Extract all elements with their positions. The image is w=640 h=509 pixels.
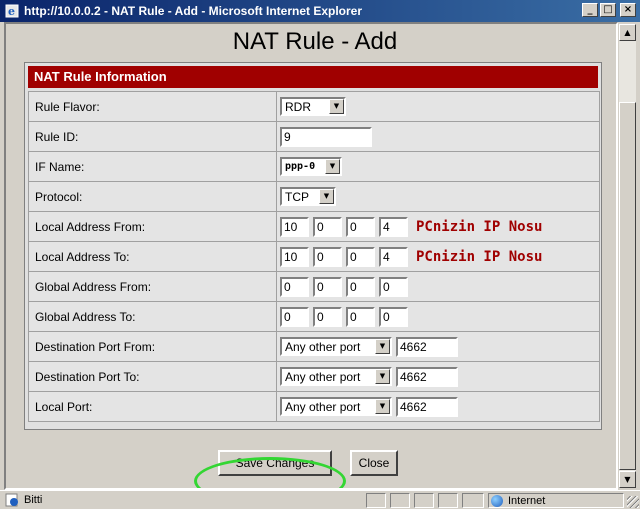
row-local-port: Local Port: Any other port ▼ 4662 [28, 391, 600, 422]
row-protocol: Protocol: TCP ▼ [28, 181, 600, 212]
global-to-octet-4[interactable]: 0 [379, 306, 408, 327]
page-done-icon [4, 493, 20, 507]
protocol-label: Protocol: [28, 181, 277, 212]
chevron-down-icon[interactable]: ▼ [329, 99, 344, 114]
local-to-octet-4[interactable]: 4 [379, 246, 408, 267]
row-rule-id: Rule ID: 9 [28, 121, 600, 152]
svg-text:e: e [8, 5, 15, 18]
if-name-select[interactable]: ppp-0 ▼ [280, 157, 342, 176]
status-bar: Bitti Internet [0, 490, 640, 509]
local-from-octet-1[interactable]: 10 [280, 216, 309, 237]
annotation-note: PCnizin IP Nosu [416, 248, 543, 265]
minimize-button[interactable]: _ [582, 3, 598, 17]
security-zone: Internet [488, 493, 624, 508]
scroll-up-icon[interactable]: ▲ [619, 24, 636, 41]
browser-content: NAT Rule - Add NAT Rule Information Rule… [4, 22, 618, 490]
status-panel [366, 493, 386, 508]
status-panel [462, 493, 484, 508]
local-address-from-label: Local Address From: [28, 211, 277, 242]
destination-port-to-label: Destination Port To: [28, 361, 277, 392]
chevron-down-icon[interactable]: ▼ [375, 369, 390, 384]
nat-rule-page: NAT Rule - Add NAT Rule Information Rule… [18, 24, 612, 488]
window-title-bar[interactable]: e http://10.0.0.2 - NAT Rule - Add - Mic… [0, 0, 640, 22]
local-port-label: Local Port: [28, 391, 277, 422]
global-from-octet-2[interactable]: 0 [313, 276, 342, 297]
destination-port-to-select-value: Any other port [285, 369, 361, 384]
rule-id-label: Rule ID: [28, 121, 277, 152]
section-header: NAT Rule Information [28, 66, 598, 88]
maximize-button[interactable]: □ [600, 3, 616, 17]
chevron-down-icon[interactable]: ▼ [375, 339, 390, 354]
nat-rule-form: NAT Rule Information Rule Flavor: RDR ▼ … [24, 62, 602, 430]
global-to-octet-3[interactable]: 0 [346, 306, 375, 327]
destination-port-from-label: Destination Port From: [28, 331, 277, 362]
status-panel [390, 493, 410, 508]
global-address-to-label: Global Address To: [28, 301, 277, 332]
button-bar: Save Changes Close [18, 442, 612, 488]
status-panel [414, 493, 434, 508]
protocol-select[interactable]: TCP ▼ [280, 187, 336, 206]
global-address-from-label: Global Address From: [28, 271, 277, 302]
protocol-value: TCP [285, 189, 309, 204]
local-from-octet-2[interactable]: 0 [313, 216, 342, 237]
row-global-address-to: Global Address To: 0000 [28, 301, 600, 332]
row-destination-port-from: Destination Port From: Any other port ▼ … [28, 331, 600, 362]
local-from-octet-4[interactable]: 4 [379, 216, 408, 237]
destination-port-from-input[interactable]: 4662 [396, 336, 458, 357]
row-if-name: IF Name: ppp-0 ▼ [28, 151, 600, 182]
save-changes-button[interactable]: Save Changes [218, 450, 332, 476]
scroll-down-icon[interactable]: ▼ [619, 471, 636, 488]
rule-flavor-select[interactable]: RDR ▼ [280, 97, 346, 116]
chevron-down-icon[interactable]: ▼ [325, 159, 340, 174]
globe-icon [491, 494, 503, 507]
close-button[interactable]: Close [350, 450, 398, 476]
if-name-label: IF Name: [28, 151, 277, 182]
local-from-octet-3[interactable]: 0 [346, 216, 375, 237]
rule-flavor-label: Rule Flavor: [28, 91, 277, 122]
page-title: NAT Rule - Add [232, 28, 398, 55]
local-to-octet-3[interactable]: 0 [346, 246, 375, 267]
close-window-button[interactable]: × [620, 3, 636, 17]
row-local-address-to: Local Address To: 10 0 0 4 PCnizin IP Nosu [28, 241, 600, 272]
chevron-down-icon[interactable]: ▼ [375, 399, 390, 414]
row-destination-port-to: Destination Port To: Any other port ▼ 46… [28, 361, 600, 392]
status-panel [438, 493, 458, 508]
row-local-address-from: Local Address From: 10 0 0 4 PCnizin IP Nosu [28, 211, 600, 242]
local-to-octet-1[interactable]: 10 [280, 246, 309, 267]
global-from-octet-4[interactable]: 0 [379, 276, 408, 297]
scrollbar-thumb[interactable] [619, 102, 636, 470]
global-to-octet-1[interactable]: 0 [280, 306, 309, 327]
global-to-octet-2[interactable]: 0 [313, 306, 342, 327]
destination-port-from-select[interactable]: Any other port ▼ [280, 337, 392, 356]
zone-label: Internet [508, 494, 546, 507]
annotation-note: PCnizin IP Nosu [416, 218, 543, 235]
local-port-select[interactable]: Any other port ▼ [280, 397, 392, 416]
local-port-input[interactable]: 4662 [396, 396, 458, 417]
nat-rule-table: Rule Flavor: RDR ▼ Rule ID: 9 IF Name: p… [28, 91, 600, 422]
row-global-address-from: Global Address From: 0000 [28, 271, 600, 302]
window-title: http://10.0.0.2 - NAT Rule - Add - Micro… [24, 4, 363, 18]
local-port-select-value: Any other port [285, 399, 361, 414]
local-address-to-label: Local Address To: [28, 241, 277, 272]
destination-port-to-select[interactable]: Any other port ▼ [280, 367, 392, 386]
global-from-octet-1[interactable]: 0 [280, 276, 309, 297]
chevron-down-icon[interactable]: ▼ [319, 189, 334, 204]
status-text: Bitti [24, 494, 43, 506]
global-from-octet-3[interactable]: 0 [346, 276, 375, 297]
vertical-scrollbar[interactable]: ▲ ▼ [619, 24, 636, 488]
destination-port-from-select-value: Any other port [285, 339, 361, 354]
local-to-octet-2[interactable]: 0 [313, 246, 342, 267]
row-rule-flavor: Rule Flavor: RDR ▼ [28, 91, 600, 122]
rule-flavor-value: RDR [285, 99, 311, 114]
rule-id-input[interactable]: 9 [280, 126, 372, 147]
if-name-value: ppp-0 [285, 161, 316, 172]
resize-grip-icon[interactable] [627, 496, 639, 508]
destination-port-to-input[interactable]: 4662 [396, 366, 458, 387]
internet-explorer-icon: e [4, 3, 20, 19]
